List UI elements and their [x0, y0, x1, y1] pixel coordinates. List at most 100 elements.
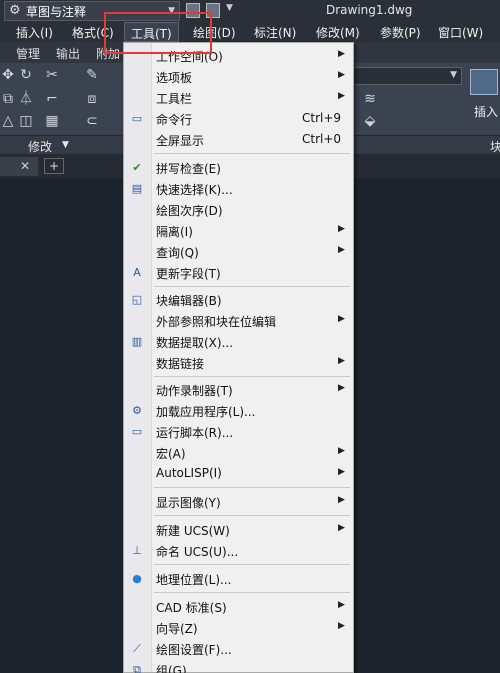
- menu-item-macro[interactable]: 宏(A) ▶: [124, 442, 353, 463]
- run-script-icon: ▭: [131, 425, 143, 438]
- rotate-icon[interactable]: ↻: [18, 67, 34, 83]
- menu-item-display-image[interactable]: 显示图像(Y) ▶: [124, 491, 353, 512]
- submenu-arrow-icon: ▶: [338, 621, 345, 631]
- menu-item-wizards[interactable]: 向导(Z) ▶: [124, 617, 353, 638]
- insert-button[interactable]: 插入: [468, 67, 500, 123]
- menu-item-fullscreen[interactable]: 全屏显示 Ctrl+0: [124, 129, 353, 150]
- menu-item-inquiry[interactable]: 查询(Q) ▶: [124, 241, 353, 262]
- menu-item-xref-edit[interactable]: 外部参照和块在位编辑 ▶: [124, 310, 353, 331]
- workspace-label: 草图与注释: [26, 4, 87, 19]
- submenu-arrow-icon: ▶: [338, 467, 345, 477]
- menu-item-label: 显示图像(Y): [156, 496, 221, 510]
- menu-item-named-ucs[interactable]: ⊥ 命名 UCS(U)...: [124, 540, 353, 561]
- chevron-down-icon[interactable]: ▼: [62, 140, 69, 150]
- menu-item-action-recorder[interactable]: 动作录制器(T) ▶: [124, 379, 353, 400]
- menu-separator: [154, 153, 350, 154]
- menu-item-data-link[interactable]: 数据链接 ▶: [124, 352, 353, 373]
- menu-item-label: 绘图次序(D): [156, 204, 223, 218]
- quick-select-icon: ▤: [131, 182, 143, 195]
- menu-item-label: 块编辑器(B): [156, 294, 222, 308]
- menu-item-spell-check[interactable]: ✔ 拼写检查(E): [124, 157, 353, 178]
- menu-parametric[interactable]: 参数(P): [380, 24, 421, 41]
- menu-modify[interactable]: 修改(M): [316, 24, 360, 41]
- qat-dropdown-icon[interactable]: ▼: [226, 3, 236, 18]
- update-field-icon: A: [133, 266, 141, 279]
- document-title: Drawing1.dwg: [326, 3, 413, 17]
- menu-separator: [154, 515, 350, 516]
- globe-icon: ●: [132, 572, 142, 585]
- menu-item-run-script[interactable]: ▭ 运行脚本(R)...: [124, 421, 353, 442]
- menu-item-label: 命名 UCS(U)...: [156, 545, 239, 559]
- submenu-arrow-icon: ▶: [338, 70, 345, 80]
- layer-properties-icon[interactable]: ≋: [362, 91, 378, 107]
- submenu-arrow-icon: ▶: [338, 91, 345, 101]
- menu-item-cad-standards[interactable]: CAD 标准(S) ▶: [124, 596, 353, 617]
- menu-separator: [154, 376, 350, 377]
- modify-panel-label[interactable]: 修改: [28, 138, 52, 155]
- command-line-icon: ▭: [131, 112, 143, 125]
- explode-icon[interactable]: ⧈: [84, 91, 100, 107]
- group-icon: ⧉: [133, 663, 141, 673]
- trim-icon[interactable]: ✂: [44, 67, 60, 83]
- menu-item-data-extraction[interactable]: ▥ 数据提取(X)...: [124, 331, 353, 352]
- submenu-arrow-icon: ▶: [338, 600, 345, 610]
- erase-icon[interactable]: ✎: [84, 67, 100, 83]
- menu-window[interactable]: 窗口(W): [438, 24, 483, 41]
- insert-block-icon: [470, 69, 498, 95]
- menu-item-autolisp[interactable]: AutoLISP(I) ▶: [124, 463, 353, 484]
- menu-item-drafting-settings[interactable]: ⟋ 绘图设置(F)...: [124, 638, 353, 659]
- menu-item-geolocation[interactable]: ● 地理位置(L)...: [124, 568, 353, 589]
- submenu-arrow-icon: ▶: [338, 314, 345, 324]
- layer-select[interactable]: ▼: [352, 67, 462, 85]
- menu-item-label: 地理位置(L)...: [156, 573, 232, 587]
- menu-item-quick-select[interactable]: ▤ 快速选择(K)...: [124, 178, 353, 199]
- menu-item-label: 绘图设置(F)...: [156, 643, 232, 657]
- scale-icon[interactable]: ◫: [18, 113, 34, 129]
- menu-item-toolbars[interactable]: 工具栏 ▶: [124, 87, 353, 108]
- menu-item-command-line[interactable]: ▭ 命令行 Ctrl+9: [124, 108, 353, 129]
- close-icon[interactable]: ✕: [20, 159, 30, 173]
- menu-item-isolate[interactable]: 隔离(I) ▶: [124, 220, 353, 241]
- insert-label: 插入: [474, 105, 499, 119]
- block-panel-label[interactable]: 块: [490, 138, 500, 155]
- load-app-icon: ⚙: [132, 404, 142, 417]
- menu-item-label: 新建 UCS(W): [156, 524, 230, 538]
- menu-item-label: 命令行: [156, 113, 193, 127]
- mirror-icon[interactable]: ⏃: [18, 91, 34, 107]
- fillet-icon[interactable]: ⌐: [44, 91, 60, 107]
- spell-check-icon: ✔: [132, 161, 142, 174]
- menu-item-block-editor[interactable]: ◱ 块编辑器(B): [124, 289, 353, 310]
- tab-output[interactable]: 输出: [56, 45, 80, 62]
- menu-item-label: AutoLISP(I): [156, 466, 222, 480]
- menu-dimension[interactable]: 标注(N): [254, 24, 296, 41]
- array-icon[interactable]: ▦: [44, 113, 60, 129]
- menu-item-label: 组(G): [156, 664, 187, 673]
- menu-item-label: 向导(Z): [156, 622, 198, 636]
- menu-separator: [154, 564, 350, 565]
- menu-item-load-application[interactable]: ⚙ 加载应用程序(L)...: [124, 400, 353, 421]
- menu-item-draw-order[interactable]: 绘图次序(D): [124, 199, 353, 220]
- submenu-arrow-icon: ▶: [338, 446, 345, 456]
- file-tab[interactable]: ✕: [0, 157, 38, 176]
- submenu-arrow-icon: ▶: [338, 523, 345, 533]
- stretch-icon[interactable]: △: [0, 113, 16, 129]
- named-ucs-icon: ⊥: [132, 544, 142, 557]
- menu-separator: [154, 592, 350, 593]
- new-tab-button[interactable]: +: [44, 158, 64, 174]
- copy-icon[interactable]: ⧉: [0, 91, 16, 107]
- menu-bar: 插入(I) 格式(C) 工具(T) 绘图(D) 标注(N) 修改(M) 参数(P…: [0, 22, 500, 42]
- menu-item-label: 外部参照和块在位编辑: [156, 315, 277, 329]
- menu-item-label: 选项板: [156, 71, 193, 85]
- menu-item-palettes[interactable]: 选项板 ▶: [124, 66, 353, 87]
- menu-insert[interactable]: 插入(I): [16, 24, 53, 41]
- chevron-down-icon: ▼: [450, 70, 457, 80]
- tab-manage[interactable]: 管理: [16, 45, 40, 62]
- menu-item-label: 快速选择(K)...: [156, 183, 233, 197]
- offset-icon[interactable]: ⊂: [84, 113, 100, 129]
- move-icon[interactable]: ✥: [0, 67, 16, 83]
- menu-item-group[interactable]: ⧉ 组(G): [124, 659, 353, 673]
- menu-item-update-fields[interactable]: A 更新字段(T): [124, 262, 353, 283]
- menu-item-label: 动作录制器(T): [156, 384, 233, 398]
- match-layer-icon[interactable]: ⬙: [362, 113, 378, 129]
- menu-item-new-ucs[interactable]: 新建 UCS(W) ▶: [124, 519, 353, 540]
